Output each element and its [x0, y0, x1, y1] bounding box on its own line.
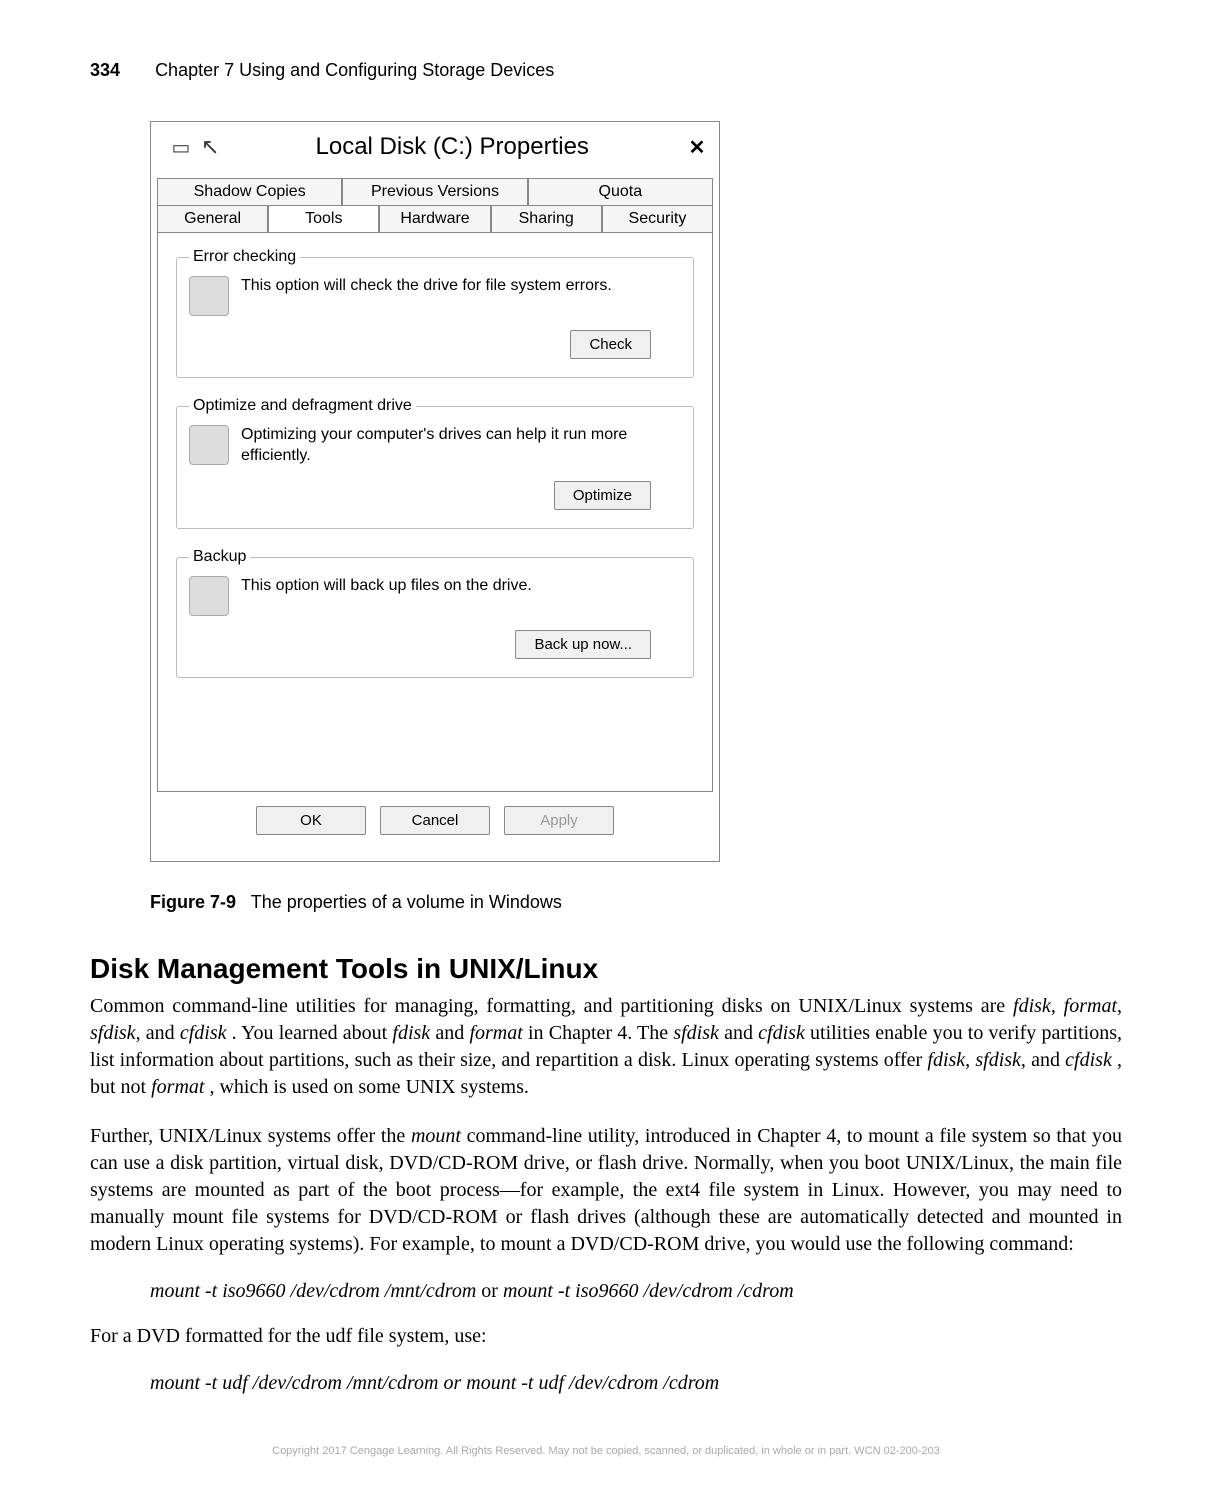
titlebar: ▭ ↖ Local Disk (C:) Properties ✕ [151, 122, 719, 172]
page-number: 334 [90, 60, 120, 80]
group-label: Error checking [189, 248, 300, 266]
cancel-button[interactable]: Cancel [380, 806, 490, 835]
apply-button[interactable]: Apply [504, 806, 614, 835]
figure-label: Figure 7-9 [150, 892, 236, 912]
tab-quota[interactable]: Quota [528, 178, 713, 205]
close-button[interactable]: ✕ [675, 132, 719, 162]
tab-panel-tools: Error checking This option will check th… [157, 232, 713, 792]
tab-row-bottom: General Tools Hardware Sharing Security [157, 205, 713, 232]
group-label: Backup [189, 548, 250, 566]
defrag-icon [189, 425, 229, 465]
figure-text: The properties of a volume in Windows [251, 892, 562, 912]
tab-security[interactable]: Security [602, 205, 713, 232]
page-header: 334 Chapter 7 Using and Configuring Stor… [90, 60, 1122, 81]
figure-caption: Figure 7-9 The properties of a volume in… [150, 892, 1122, 913]
tab-hardware[interactable]: Hardware [379, 205, 490, 232]
backup-text: This option will back up files on the dr… [241, 576, 532, 597]
backup-now-button[interactable]: Back up now... [515, 630, 651, 659]
cursor-icon: ↖ [201, 134, 219, 160]
paragraph-1: Common command-line utilities for managi… [90, 993, 1122, 1101]
tab-shadow-copies[interactable]: Shadow Copies [157, 178, 342, 205]
section-heading: Disk Management Tools in UNIX/Linux [90, 953, 1122, 985]
window-title: Local Disk (C:) Properties [229, 133, 675, 161]
tab-previous-versions[interactable]: Previous Versions [342, 178, 527, 205]
backup-icon [189, 576, 229, 616]
dialog-button-row: OK Cancel Apply [157, 792, 713, 851]
properties-dialog: ▭ ↖ Local Disk (C:) Properties ✕ Shadow … [150, 121, 720, 862]
optimize-text: Optimizing your computer's drives can he… [241, 425, 681, 467]
error-checking-text: This option will check the drive for fil… [241, 276, 612, 297]
optimize-button[interactable]: Optimize [554, 481, 651, 510]
chapter-title: Chapter 7 Using and Configuring Storage … [155, 60, 554, 80]
group-optimize: Optimize and defragment drive Optimizing… [176, 406, 694, 529]
tab-tools[interactable]: Tools [268, 205, 379, 232]
group-backup: Backup This option will back up files on… [176, 557, 694, 678]
ok-button[interactable]: OK [256, 806, 366, 835]
copyright-footer: Copyright 2017 Cengage Learning. All Rig… [90, 1445, 1122, 1457]
check-button[interactable]: Check [570, 330, 651, 359]
tab-row-top: Shadow Copies Previous Versions Quota [157, 178, 713, 205]
paragraph-2: Further, UNIX/Linux systems offer the mo… [90, 1123, 1122, 1258]
group-error-checking: Error checking This option will check th… [176, 257, 694, 378]
paragraph-3: For a DVD formatted for the udf file sys… [90, 1323, 1122, 1350]
tab-sharing[interactable]: Sharing [491, 205, 602, 232]
disk-check-icon [189, 276, 229, 316]
tab-general[interactable]: General [157, 205, 268, 232]
command-2: mount -t udf /dev/cdrom /mnt/cdrom or mo… [150, 1372, 1122, 1395]
command-1: mount -t iso9660 /dev/cdrom /mnt/cdrom o… [150, 1280, 1122, 1303]
group-label: Optimize and defragment drive [189, 397, 416, 415]
